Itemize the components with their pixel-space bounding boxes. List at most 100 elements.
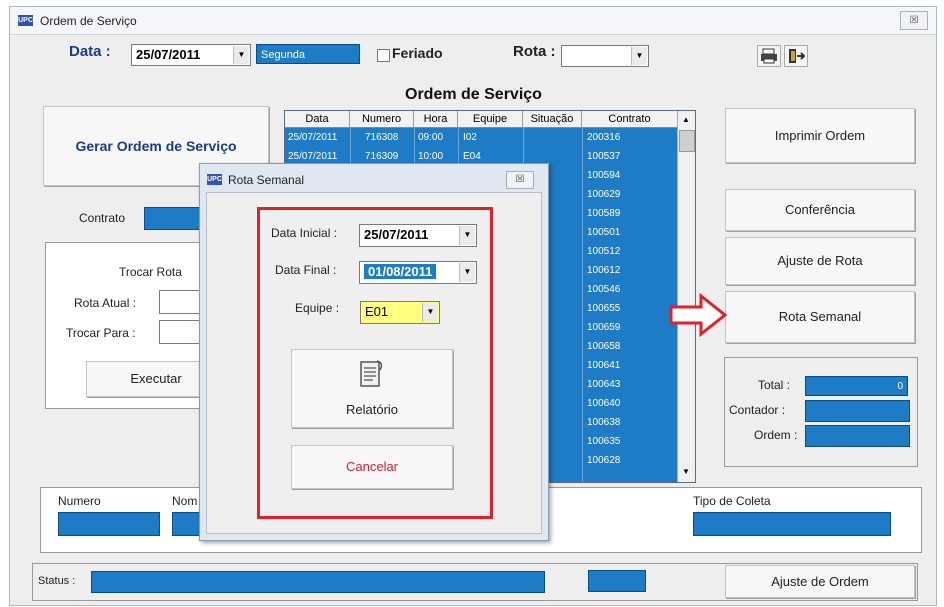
dialog-close-button[interactable]: ☒ — [506, 171, 534, 189]
grid-cell[interactable]: 25/07/2011 — [288, 132, 337, 143]
numero-field[interactable] — [58, 512, 160, 536]
feriado-label: Feriado — [392, 45, 443, 61]
rota-select[interactable]: ▼ — [561, 45, 649, 67]
total-field: 0 — [805, 376, 908, 396]
window-title: Ordem de Serviço — [40, 14, 137, 28]
column-header[interactable]: Contrato — [582, 111, 678, 128]
scroll-thumb[interactable] — [679, 130, 695, 152]
equipe-value: E01 — [365, 304, 389, 319]
grid-cell[interactable]: 100589 — [587, 208, 620, 219]
column-header[interactable]: Data — [285, 111, 350, 128]
dialog-title: Rota Semanal — [228, 173, 305, 187]
grid-cell[interactable]: E04 — [463, 151, 481, 162]
relatorio-button[interactable]: Relatório — [291, 349, 453, 428]
grid-cell[interactable]: 100641 — [587, 360, 620, 371]
exit-button[interactable] — [784, 45, 808, 67]
equipe-label: Equipe : — [295, 301, 340, 315]
ajuste-rota-button[interactable]: Ajuste de Rota — [725, 237, 915, 285]
grid-cell[interactable]: 100594 — [587, 170, 620, 181]
data-inicial-select[interactable]: 25/07/2011 ▼ — [359, 224, 477, 247]
grid-cell[interactable]: 25/07/2011 — [288, 151, 337, 162]
status-extra-field — [588, 570, 646, 592]
dialog-body: Data Inicial : 25/07/2011 ▼ Data Final :… — [206, 192, 542, 534]
grid-cell[interactable]: 100635 — [587, 436, 620, 447]
data-final-select[interactable]: 01/08/2011 ▼ — [359, 261, 477, 284]
equipe-select[interactable]: E01 ▼ — [360, 301, 440, 324]
totals-group: Total : 0 Contador : Ordem : — [724, 357, 918, 467]
data-select-value: 25/07/2011 — [136, 47, 201, 62]
exit-icon — [789, 49, 806, 63]
data-final-value: 01/08/2011 — [364, 264, 437, 279]
column-header[interactable]: Equipe — [458, 111, 523, 128]
page-title: Ordem de Serviço — [405, 86, 542, 103]
contador-field — [805, 400, 910, 422]
grid-cell[interactable]: 100546 — [587, 284, 620, 295]
grid-cell[interactable]: 100640 — [587, 398, 620, 409]
conferencia-button[interactable]: Conferência — [725, 189, 915, 231]
print-button[interactable] — [757, 45, 781, 67]
grid-cell[interactable]: 200316 — [587, 132, 620, 143]
grid-cell[interactable]: 09:00 — [418, 132, 443, 143]
data-final-label: Data Final : — [275, 263, 337, 277]
grid-cell[interactable]: 100659 — [587, 322, 620, 333]
chevron-down-icon[interactable]: ▼ — [631, 47, 647, 65]
app-icon: UPC — [18, 15, 33, 26]
contador-label: Contador : — [729, 403, 786, 417]
data-label: Data : — [69, 43, 111, 60]
chevron-down-icon[interactable]: ▼ — [422, 303, 438, 322]
column-divider — [582, 128, 583, 482]
data-inicial-value: 25/07/2011 — [364, 227, 429, 242]
data-select[interactable]: 25/07/2011 ▼ — [131, 44, 251, 66]
contrato-field[interactable] — [144, 207, 206, 230]
rota-semanal-button[interactable]: Rota Semanal — [725, 291, 915, 343]
grid-cell[interactable]: 716309 — [365, 151, 398, 162]
ordem-label: Ordem : — [754, 428, 798, 442]
weekday-field: Segunda — [256, 44, 360, 64]
grid-cell[interactable]: 100655 — [587, 303, 620, 314]
grid-cell[interactable]: 100638 — [587, 417, 620, 428]
data-inicial-label: Data Inicial : — [271, 226, 338, 240]
feriado-checkbox[interactable] — [377, 49, 390, 62]
numero-label: Numero — [58, 494, 101, 508]
chevron-down-icon[interactable]: ▼ — [233, 46, 249, 64]
imprimir-ordem-button[interactable]: Imprimir Ordem — [725, 108, 915, 163]
scroll-down-icon[interactable]: ▼ — [680, 465, 692, 478]
ordem-field — [805, 425, 910, 447]
column-header[interactable]: Hora — [414, 111, 458, 128]
title-bar: UPC Ordem de Serviço ☒ — [10, 7, 936, 35]
red-arrow-icon — [669, 293, 728, 337]
grid-cell[interactable]: 100629 — [587, 189, 620, 200]
grid-cell[interactable]: 100658 — [587, 341, 620, 352]
cancelar-button[interactable]: Cancelar — [291, 445, 453, 489]
chevron-down-icon[interactable]: ▼ — [459, 226, 475, 245]
chevron-down-icon[interactable]: ▼ — [459, 263, 475, 282]
scroll-up-icon[interactable]: ▲ — [680, 113, 692, 126]
report-icon — [360, 360, 383, 387]
printer-icon — [761, 48, 777, 64]
rota-label: Rota : — [513, 43, 556, 60]
status-field — [91, 571, 545, 593]
grid-cell[interactable]: I02 — [463, 132, 477, 143]
close-button[interactable]: ☒ — [900, 11, 928, 30]
nome-label: Nom — [172, 494, 198, 508]
grid-cell[interactable]: 10:00 — [418, 151, 443, 162]
trocar-rota-title: Trocar Rota — [119, 265, 182, 279]
grid-cell[interactable]: 100537 — [587, 151, 620, 162]
tipo-coleta-field[interactable] — [693, 512, 891, 536]
column-header[interactable]: Numero — [350, 111, 414, 128]
grid-cell[interactable]: 100612 — [587, 265, 620, 276]
grid-cell[interactable]: 100628 — [587, 455, 620, 466]
grid-cell[interactable]: 100501 — [587, 227, 620, 238]
grid-cell[interactable]: 100643 — [587, 379, 620, 390]
app-icon: UPC — [207, 174, 222, 185]
ajuste-ordem-button[interactable]: Ajuste de Ordem — [725, 565, 915, 598]
grid-cell[interactable]: 716308 — [365, 132, 398, 143]
tipo-coleta-label: Tipo de Coleta — [693, 494, 771, 508]
grid-cell[interactable]: 100512 — [587, 246, 620, 257]
rota-semanal-dialog: UPC Rota Semanal ☒ Data Inicial : 25/07/… — [199, 163, 549, 541]
relatorio-label: Relatório — [345, 402, 399, 417]
trocar-para-label: Trocar Para : — [66, 326, 136, 340]
trocar-rota-group: Trocar Rota Rota Atual : Trocar Para : E… — [45, 242, 226, 409]
column-header[interactable]: Situação — [523, 111, 582, 128]
rota-atual-label: Rota Atual : — [74, 296, 137, 310]
